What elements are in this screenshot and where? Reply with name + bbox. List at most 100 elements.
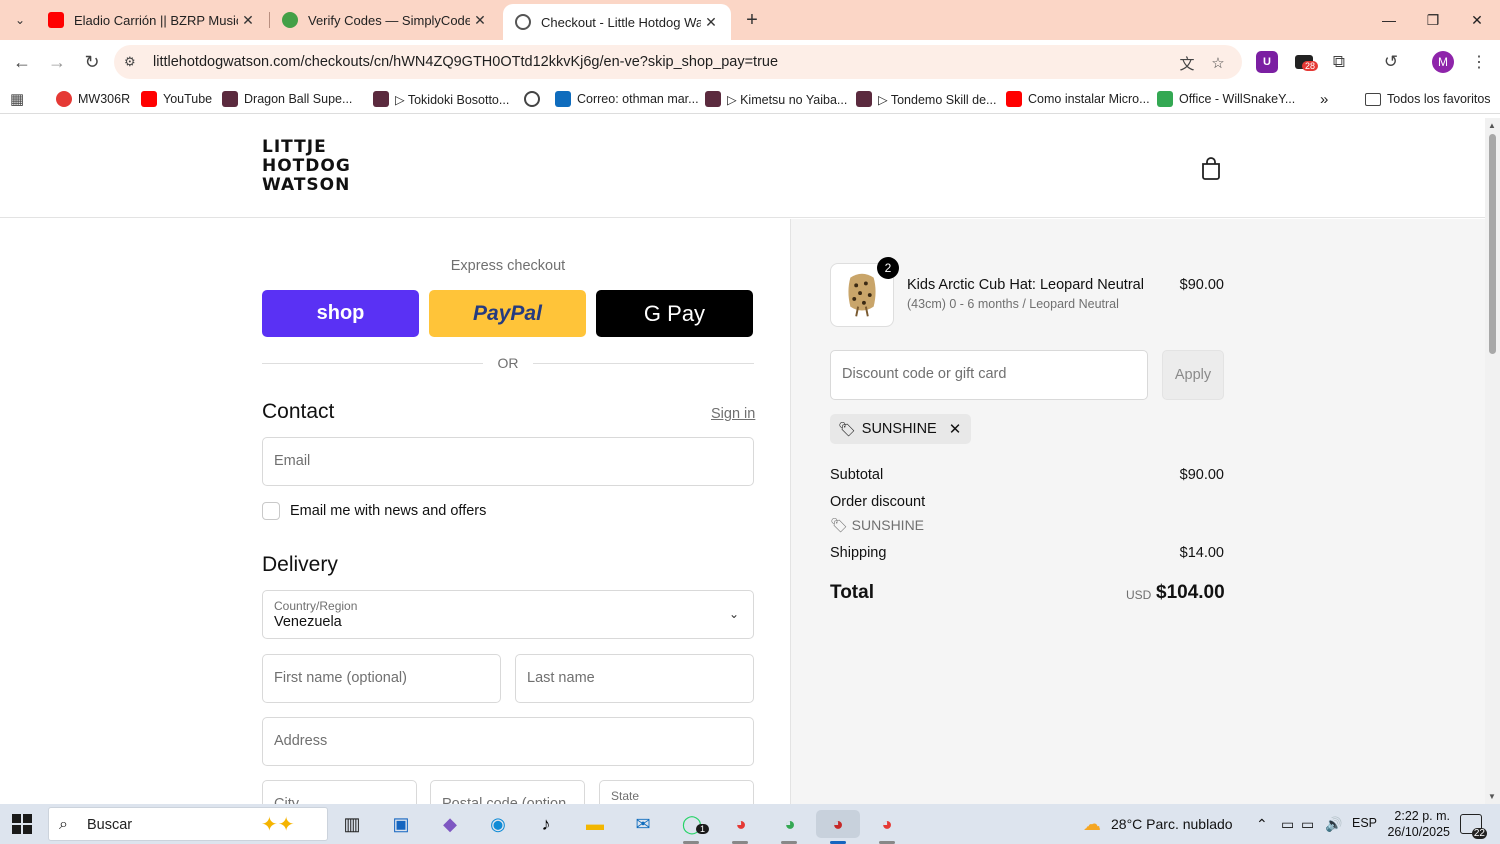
all-bookmarks-folder[interactable]: Todos los favoritos	[1365, 89, 1491, 109]
bookmark-label: Todos los favoritos	[1387, 92, 1491, 106]
bookmark-outlook[interactable]: Correo: othman mar...	[555, 89, 699, 109]
chrome-icon[interactable]: ◕	[776, 810, 804, 838]
forward-button[interactable]: →	[45, 50, 69, 74]
store-logo[interactable]: LITTJE HOTDOG WATSON	[262, 138, 351, 195]
bookmark-office[interactable]: Office - WillSnakeY...	[1157, 89, 1295, 109]
newsletter-checkbox[interactable]	[262, 502, 280, 520]
browser-menu-icon[interactable]: ⋮	[1468, 51, 1490, 73]
edge-icon[interactable]: ◉	[484, 810, 512, 838]
product-price: $90.00	[1179, 277, 1224, 293]
window-close-button[interactable]: ✕	[1454, 0, 1500, 40]
task-view-icon[interactable]: ▥	[338, 810, 366, 838]
language-indicator[interactable]: ESP	[1352, 816, 1377, 830]
translate-icon[interactable]: 文	[1178, 54, 1196, 73]
profile-avatar[interactable]: M	[1432, 51, 1454, 73]
postal-code-field[interactable]: Postal code (option	[430, 780, 585, 804]
chevron-up-icon[interactable]: ⌃	[1256, 816, 1268, 833]
chrome-active-icon[interactable]: ◕	[816, 810, 860, 838]
bookmark-dragon-ball[interactable]: Dragon Ball Supe...	[222, 89, 352, 109]
site-info-icon[interactable]: ⚙	[124, 54, 140, 70]
shopping-bag-icon[interactable]	[1200, 156, 1222, 180]
more-bookmarks-icon[interactable]: »	[1320, 89, 1328, 109]
microsoft-store-icon[interactable]: ▣	[387, 810, 415, 838]
chrome-m-icon[interactable]: ◕	[873, 810, 901, 838]
bookmark-como-instalar[interactable]: Como instalar Micro...	[1006, 89, 1150, 109]
chrome-profile-icon[interactable]: ◕	[727, 810, 755, 838]
shipping-value: $14.00	[1179, 545, 1224, 561]
weather-icon[interactable]: ☁	[1078, 810, 1106, 838]
quantity-badge: 2	[877, 257, 899, 279]
bookmark-globe[interactable]	[524, 89, 546, 109]
paypal-label: PayPal	[473, 301, 542, 325]
reload-button[interactable]: ↻	[80, 50, 104, 74]
bookmark-star-icon[interactable]: ☆	[1209, 54, 1227, 72]
taskbar-clock[interactable]: 2:22 p. m. 26/10/2025	[1382, 808, 1450, 840]
scroll-thumb[interactable]	[1489, 134, 1496, 354]
extension-badge-icon[interactable]: 28	[1293, 51, 1319, 73]
volume-icon[interactable]: 🔊	[1325, 816, 1342, 833]
tiktok-icon[interactable]: ♪	[532, 810, 560, 838]
first-name-field[interactable]: First name (optional)	[262, 654, 501, 703]
subtotal-label: Subtotal	[830, 467, 884, 483]
tab-title: Eladio Carrión || BZRP Music Se	[74, 12, 238, 28]
shop-pay-button[interactable]: shop	[262, 290, 419, 337]
scroll-down-arrow[interactable]: ▼	[1488, 792, 1496, 801]
email-field[interactable]: Email	[262, 437, 754, 486]
network-icon[interactable]: ▭	[1301, 816, 1314, 833]
new-tab-button[interactable]: +	[740, 8, 764, 32]
bookmark-tokidoki[interactable]: ▷ Tokidoki Bosotto...	[373, 89, 509, 109]
first-name-placeholder: First name (optional)	[274, 670, 407, 686]
copilot-icon[interactable]: ◆	[436, 810, 464, 838]
file-explorer-icon[interactable]: ▬	[581, 810, 609, 838]
sign-in-link[interactable]: Sign in	[711, 406, 755, 422]
address-bar[interactable]: ⚙ littlehotdogwatson.com/checkouts/cn/hW…	[114, 45, 1242, 79]
device-icon[interactable]: ▭	[1281, 816, 1294, 833]
address-field[interactable]: Address	[262, 717, 754, 766]
ublock-extension-icon[interactable]: U	[1256, 51, 1278, 73]
page-scrollbar[interactable]: ▲ ▼	[1485, 118, 1500, 804]
divider	[533, 363, 754, 364]
paypal-button[interactable]: PayPal	[429, 290, 586, 337]
close-icon[interactable]: ✕	[238, 10, 258, 30]
google-pay-button[interactable]: G Pay	[596, 290, 753, 337]
scroll-up-arrow[interactable]: ▲	[1488, 121, 1496, 130]
tab-youtube[interactable]: Eladio Carrión || BZRP Music Se ✕	[36, 4, 268, 36]
apply-discount-button[interactable]: Apply	[1162, 350, 1224, 400]
outlook-icon[interactable]: ✉	[629, 810, 657, 838]
country-select[interactable]: Country/Region Venezuela ⌄	[262, 590, 754, 639]
close-icon[interactable]: ✕	[701, 12, 721, 32]
email-placeholder: Email	[274, 453, 311, 469]
tab-simplycodes[interactable]: Verify Codes — SimplyCodes ✕	[270, 4, 500, 36]
windows-start-icon[interactable]	[12, 814, 32, 834]
url-text[interactable]: littlehotdogwatson.com/checkouts/cn/hWN4…	[153, 54, 778, 70]
extensions-puzzle-icon[interactable]: ⧉	[1328, 51, 1350, 73]
city-field[interactable]: City	[262, 780, 417, 804]
product-variant: (43cm) 0 - 6 months / Leopard Neutral	[907, 297, 1119, 311]
notification-icon[interactable]: 22	[1460, 814, 1487, 839]
bookmark-mw306r[interactable]: MW306R	[56, 89, 130, 109]
tab-checkout[interactable]: Checkout - Little Hotdog Watso ✕	[503, 4, 731, 40]
checkout-form: Express checkout shop PayPal G Pay OR Co…	[0, 219, 790, 804]
discount-code-field[interactable]: Discount code or gift card	[830, 350, 1148, 400]
taskbar-search[interactable]: ⌕ Buscar ✦✦	[48, 807, 328, 841]
city-placeholder: City	[274, 796, 299, 804]
apps-grid-icon[interactable]: ▦	[10, 89, 24, 109]
order-discount-row: Order discount	[830, 494, 1224, 510]
bookmark-tondemo[interactable]: ▷ Tondemo Skill de...	[856, 89, 996, 109]
tab-search-button[interactable]: ⌄	[8, 8, 32, 32]
weather-text[interactable]: 28°C Parc. nublado	[1111, 816, 1233, 832]
history-icon[interactable]: ↺	[1380, 51, 1402, 73]
last-name-field[interactable]: Last name	[515, 654, 754, 703]
delivery-title: Delivery	[262, 553, 338, 576]
restore-button[interactable]: ❐	[1410, 0, 1456, 40]
minimize-button[interactable]: —	[1366, 0, 1412, 40]
youtube-icon	[48, 12, 64, 28]
state-select[interactable]: State ⌄	[599, 780, 754, 804]
remove-discount-icon[interactable]: ✕	[949, 420, 962, 438]
back-button[interactable]: ←	[10, 50, 34, 74]
whatsapp-badge: 1	[696, 824, 710, 834]
whatsapp-icon[interactable]: ◯ 1	[678, 810, 710, 838]
bookmark-kimetsu[interactable]: ▷ Kimetsu no Yaiba...	[705, 89, 847, 109]
bookmark-youtube[interactable]: YouTube	[141, 89, 212, 109]
close-icon[interactable]: ✕	[470, 10, 490, 30]
